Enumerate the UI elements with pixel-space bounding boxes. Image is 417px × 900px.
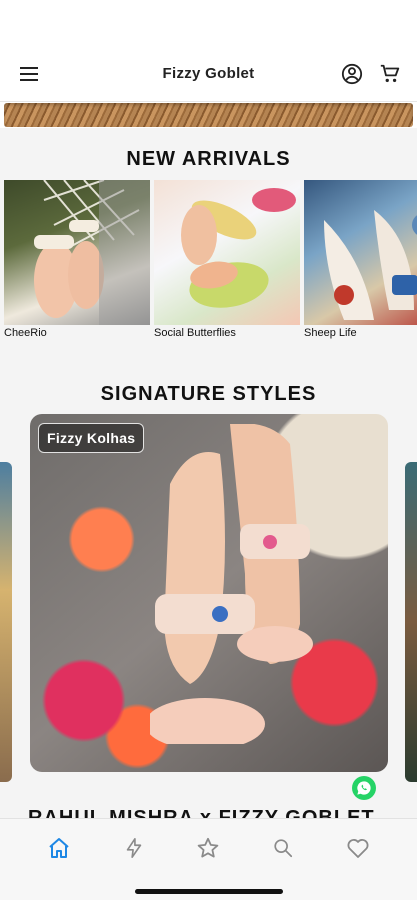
sandal-illustration xyxy=(34,180,150,325)
menu-button[interactable] xyxy=(16,61,42,87)
search-icon xyxy=(274,839,293,858)
arrival-image[interactable] xyxy=(4,180,150,325)
signature-styles-title: SIGNATURE STYLES xyxy=(100,383,317,405)
star-icon xyxy=(198,837,219,858)
tab-search[interactable] xyxy=(263,828,303,868)
bottom-tab-bar xyxy=(0,818,417,900)
arrival-card-social-butterflies[interactable]: Social Butterflies xyxy=(154,180,300,345)
whatsapp-button[interactable] xyxy=(352,776,376,800)
home-indicator xyxy=(135,889,283,894)
juttis-illustration xyxy=(181,188,296,308)
arrival-image[interactable] xyxy=(304,180,417,325)
next-section-title: RAHUL MISHRA x FIZZY GOBLET xyxy=(28,807,375,818)
app-header: Fizzy Goblet xyxy=(0,46,417,102)
arrival-card-cheerio[interactable]: CheeRio xyxy=(4,180,150,345)
signature-card-label: Fizzy Kolhas xyxy=(38,423,145,453)
cart-icon xyxy=(380,64,400,82)
kolhapuri-feet-illustration xyxy=(150,424,313,744)
arrival-label: CheeRio xyxy=(4,327,47,339)
status-bar xyxy=(0,0,417,46)
tab-new[interactable] xyxy=(114,828,154,868)
arrival-card-sheep-life[interactable]: Sheep Life xyxy=(304,180,417,345)
sandal-illustration xyxy=(324,210,417,320)
jute-banner-image[interactable] xyxy=(4,103,413,127)
heart-icon xyxy=(347,839,369,858)
tab-favorites-star[interactable] xyxy=(188,828,228,868)
home-feed[interactable]: NEW ARRIVALS CheeRio Social Butterflies … xyxy=(0,128,417,818)
account-icon xyxy=(341,63,363,84)
whatsapp-icon xyxy=(357,781,371,795)
new-arrivals-carousel[interactable]: CheeRio Social Butterflies Sheep Life xyxy=(4,180,417,345)
signature-card-fizzy-kolhas[interactable]: Fizzy Kolhas xyxy=(30,414,388,772)
carousel-next-card[interactable] xyxy=(405,462,417,782)
home-icon xyxy=(49,838,69,858)
arrival-label: Sheep Life xyxy=(304,327,357,339)
account-button[interactable] xyxy=(339,61,365,87)
signature-styles-carousel[interactable]: Fizzy Kolhas xyxy=(0,414,417,782)
arrival-image[interactable] xyxy=(154,180,300,325)
arrival-label: Social Butterflies xyxy=(154,327,236,339)
new-arrivals-title: NEW ARRIVALS xyxy=(126,148,291,170)
menu-icon xyxy=(20,66,38,81)
lightning-icon xyxy=(126,838,142,858)
tab-home[interactable] xyxy=(39,828,79,868)
cart-button[interactable] xyxy=(377,61,403,87)
carousel-prev-card[interactable] xyxy=(0,462,12,782)
tab-wishlist[interactable] xyxy=(338,828,378,868)
